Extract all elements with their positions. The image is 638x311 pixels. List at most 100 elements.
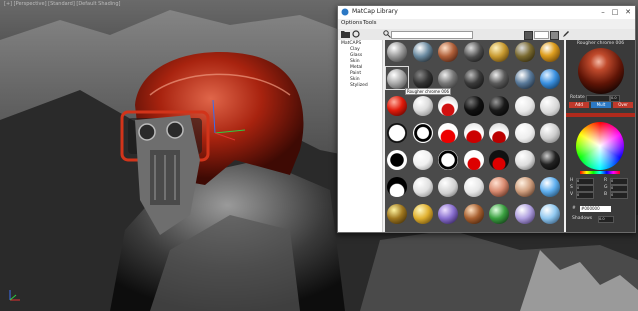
r-value[interactable]: 0 — [610, 178, 628, 185]
matcap-sphere-smoke[interactable] — [438, 69, 458, 89]
matcap-sphere-white6[interactable] — [463, 177, 484, 197]
matcap-sphere-gunmetal2[interactable] — [489, 69, 509, 89]
matcap-sphere-toon-red[interactable] — [438, 123, 458, 143]
matcap-sphere-toon-red2[interactable] — [463, 150, 484, 170]
g-value[interactable]: 0 — [610, 185, 628, 192]
hex-input[interactable]: #000000 — [580, 206, 611, 212]
app-icon — [341, 8, 349, 16]
window-title: MatCap Library — [352, 8, 398, 15]
matcap-sphere-black[interactable] — [463, 96, 484, 116]
matcap-sphere-white3[interactable] — [412, 150, 433, 170]
rotate-label: Rotate — [570, 95, 585, 100]
tree-item[interactable]: Skin — [350, 77, 360, 82]
material-preview — [578, 48, 624, 94]
matcap-sphere-salmon[interactable] — [489, 177, 509, 197]
blend-add-button[interactable]: Add — [569, 102, 589, 108]
matcap-sphere-copper[interactable] — [438, 42, 458, 62]
refresh-icon[interactable] — [352, 30, 360, 38]
b-value[interactable]: 0 — [610, 192, 628, 199]
matcap-sphere-bronze[interactable] — [463, 204, 484, 224]
matcap-sphere-gold[interactable] — [489, 42, 509, 62]
menu-options[interactable]: Options — [341, 20, 362, 26]
color-swatch — [566, 113, 635, 117]
pencil-icon[interactable] — [562, 30, 570, 38]
matcap-sphere-gray-white[interactable] — [540, 123, 560, 143]
view-toggle-button[interactable] — [524, 31, 533, 40]
blend-mult-button[interactable]: Mult — [591, 102, 611, 108]
matcap-sphere-gunmetal[interactable] — [463, 42, 484, 62]
matcap-sphere-white-black[interactable] — [387, 177, 407, 197]
matcap-sphere-silver[interactable] — [387, 42, 407, 62]
tree-item[interactable]: Clay — [350, 47, 360, 52]
matcap-sphere-matte-white[interactable] — [540, 96, 560, 116]
axis-gizmo-icon — [9, 290, 20, 301]
matcap-sphere-red-white[interactable] — [463, 123, 484, 143]
matcap-sphere-gloss-white[interactable] — [412, 96, 433, 116]
matcap-sphere-purple[interactable] — [438, 204, 458, 224]
search-icon — [383, 30, 391, 38]
shadows-value[interactable]: 0.0 — [598, 216, 614, 223]
matcap-sphere-toon-ring[interactable] — [412, 123, 433, 143]
matcap-sphere-white5[interactable] — [438, 177, 458, 197]
r-label: R — [604, 178, 608, 183]
tree-item[interactable]: Skin — [350, 59, 360, 64]
matcap-sphere-gold-shiny[interactable] — [540, 42, 560, 62]
matcap-sphere-gold-cube[interactable] — [387, 204, 407, 224]
matcap-sphere-gold-sphere[interactable] — [412, 204, 433, 224]
matcap-library-window: MatCap Library – □ ✕ Options Tools MatCA… — [337, 5, 636, 233]
matcap-sphere-blue-chrome[interactable] — [540, 69, 560, 89]
matcap-sphere-black2[interactable] — [489, 96, 509, 116]
matcap-sphere-chrome[interactable] — [412, 42, 433, 62]
matcap-sphere-blue-steel[interactable] — [514, 69, 535, 89]
matcap-sphere-dark-chrome[interactable] — [540, 150, 560, 170]
tree-item[interactable]: Metal — [350, 65, 362, 70]
h-value[interactable]: 0 — [576, 178, 594, 185]
folder-open-icon[interactable] — [341, 30, 350, 38]
matcap-sphere-blue-pale[interactable] — [540, 204, 560, 224]
tree-item[interactable]: Paint — [350, 71, 361, 76]
matcap-grid: Rougher chrome 006 — [385, 40, 564, 232]
hue-bar[interactable] — [580, 171, 620, 174]
matcap-sphere-dark-gold[interactable] — [514, 42, 535, 62]
blend-over-button[interactable]: Over — [613, 102, 633, 108]
matcap-sphere-green[interactable] — [489, 204, 509, 224]
tree-root[interactable]: MatCAPS — [341, 41, 361, 46]
close-button[interactable]: ✕ — [622, 7, 634, 17]
color-wheel[interactable] — [576, 122, 624, 170]
grid-view-button[interactable] — [550, 31, 559, 40]
minimize-button[interactable]: – — [597, 7, 609, 17]
rotate-value[interactable]: 0.0 — [610, 95, 620, 102]
matcap-sphere-white-red[interactable] — [438, 96, 458, 116]
matcap-sphere-white[interactable] — [514, 96, 535, 116]
matcap-sphere-skin[interactable] — [514, 177, 535, 197]
matcap-sphere-toon-black[interactable] — [387, 150, 407, 170]
material-name: Rougher chrome 006 — [576, 41, 625, 46]
tree-item[interactable]: Glass — [350, 53, 362, 58]
viewport-label[interactable]: [+] [Perspective] [Standard] [Default Sh… — [4, 1, 120, 7]
matcap-sphere-red[interactable] — [387, 96, 407, 116]
matcap-sphere-dark[interactable] — [412, 69, 433, 89]
matcap-sphere-red-white2[interactable] — [489, 123, 509, 143]
search-input[interactable] — [391, 31, 473, 39]
s-value[interactable]: 0 — [576, 185, 594, 192]
menu-tools[interactable]: Tools — [363, 20, 377, 26]
tree-item[interactable]: Stylized — [350, 83, 368, 88]
title-bar[interactable]: MatCap Library – □ ✕ — [338, 6, 635, 19]
category-tree: MatCAPS Clay Glass Skin Metal Paint Skin… — [338, 40, 383, 232]
v-label: V — [570, 192, 574, 197]
matcap-sphere-toon-white[interactable] — [387, 123, 407, 143]
hex-label: # — [572, 206, 576, 211]
matcap-sphere-white2[interactable] — [514, 123, 535, 143]
matcap-sphere-white4[interactable] — [514, 150, 535, 170]
v-value[interactable]: 0 — [576, 192, 594, 199]
matcap-sphere-lavender[interactable] — [514, 204, 535, 224]
s-label: S — [570, 185, 573, 190]
matcap-sphere-blue-light[interactable] — [540, 177, 560, 197]
rotate-slider[interactable] — [586, 95, 610, 102]
matcap-sphere-toon-ring2[interactable] — [438, 150, 458, 170]
matcap-sphere-white-shiny[interactable] — [412, 177, 433, 197]
maximize-button[interactable]: □ — [609, 7, 621, 17]
thumb-size-field[interactable] — [534, 31, 549, 39]
matcap-sphere-red-black[interactable] — [489, 150, 509, 170]
matcap-sphere-dark2[interactable] — [463, 69, 484, 89]
